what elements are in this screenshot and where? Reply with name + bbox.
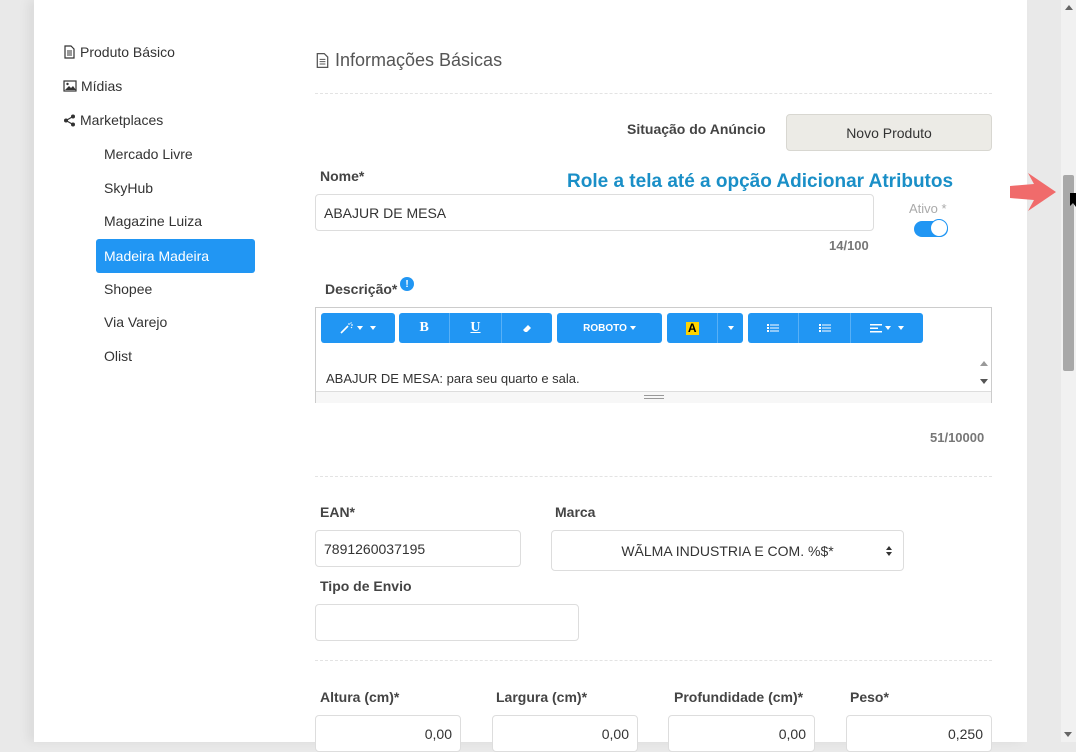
chevron-down-icon bbox=[884, 326, 891, 330]
nome-counter: 14/100 bbox=[829, 238, 869, 253]
select-arrows-icon bbox=[886, 546, 892, 556]
document-icon bbox=[64, 45, 75, 59]
marca-label: Marca bbox=[555, 504, 596, 520]
font-family-label: ROBOTO bbox=[583, 322, 627, 334]
image-icon bbox=[63, 80, 77, 92]
underline-button[interactable]: U bbox=[449, 313, 500, 343]
profundidade-label: Profundidade (cm)* bbox=[674, 689, 804, 705]
editor-resize-bar[interactable] bbox=[316, 391, 991, 403]
descricao-text[interactable]: ABAJUR DE MESA: para seu quarto e sala. bbox=[326, 371, 580, 386]
section-title: Informações Básicas bbox=[315, 50, 502, 71]
chevron-down-icon bbox=[897, 326, 904, 330]
font-family-dropdown[interactable]: ROBOTO bbox=[557, 313, 662, 343]
nome-input[interactable]: ABAJUR DE MESA bbox=[315, 194, 874, 231]
numbered-list-icon bbox=[818, 324, 831, 332]
divider bbox=[315, 93, 992, 94]
situacao-label: Situação do Anúncio bbox=[627, 121, 766, 137]
chevron-down-icon bbox=[370, 326, 376, 330]
align-left-icon bbox=[869, 323, 882, 332]
ordered-list-button[interactable] bbox=[798, 313, 849, 343]
largura-label: Largura (cm)* bbox=[496, 689, 588, 705]
clear-format-button[interactable] bbox=[500, 313, 552, 343]
altura-input[interactable]: 0,00 bbox=[315, 715, 461, 752]
page-scrollbar[interactable] bbox=[1061, 0, 1076, 742]
scroll-down-icon[interactable] bbox=[980, 379, 988, 384]
main-panel: Produto Básico Mídias Marketplaces Merca… bbox=[34, 0, 1027, 752]
toolbar-group-style bbox=[321, 313, 395, 343]
color-letter: A bbox=[685, 320, 699, 335]
peso-input[interactable]: 0,250 bbox=[846, 715, 992, 752]
largura-input[interactable]: 0,00 bbox=[492, 715, 638, 752]
tutorial-annotation: Role a tela até a opção Adicionar Atribu… bbox=[567, 171, 954, 192]
sidebar-item-label: Mídias bbox=[81, 78, 123, 94]
text-color-button[interactable]: A bbox=[667, 313, 717, 343]
tipo-envio-label: Tipo de Envio bbox=[320, 578, 412, 594]
editor-scrollbar[interactable] bbox=[978, 358, 990, 390]
tipo-envio-input[interactable] bbox=[315, 604, 579, 641]
scroll-down-icon[interactable] bbox=[1064, 732, 1072, 737]
mouse-cursor-icon bbox=[1070, 193, 1076, 207]
magic-style-button[interactable] bbox=[321, 313, 395, 343]
peso-label: Peso* bbox=[850, 689, 889, 705]
sidebar-item-marketplaces[interactable]: Marketplaces bbox=[63, 112, 163, 128]
sidebar-item-madeira-madeira[interactable]: Madeira Madeira bbox=[96, 239, 255, 273]
color-dropdown-button[interactable] bbox=[717, 313, 743, 343]
share-icon bbox=[64, 114, 75, 126]
toggle-knob bbox=[930, 219, 948, 237]
ean-input[interactable]: 7891260037195 bbox=[315, 530, 521, 567]
altura-label: Altura (cm)* bbox=[320, 689, 400, 705]
divider bbox=[315, 660, 992, 661]
toolbar-group-font-style: B U bbox=[399, 313, 552, 343]
sidebar-item-magazine-luiza[interactable]: Magazine Luiza bbox=[104, 213, 202, 229]
toolbar-group-paragraph bbox=[748, 313, 923, 343]
magic-wand-icon bbox=[340, 322, 353, 334]
eraser-icon bbox=[522, 325, 531, 332]
unordered-list-button[interactable] bbox=[748, 313, 798, 343]
chevron-down-icon bbox=[727, 326, 734, 330]
bullet-list-icon bbox=[767, 324, 780, 332]
ean-label: EAN* bbox=[320, 504, 356, 520]
ativo-label: Ativo * bbox=[909, 201, 947, 216]
sidebar-item-via-varejo[interactable]: Via Varejo bbox=[104, 314, 167, 330]
sidebar-item-label: Marketplaces bbox=[80, 112, 164, 128]
document-icon bbox=[316, 52, 329, 69]
descricao-label: Descrição* bbox=[325, 281, 398, 297]
situacao-value-box: Novo Produto bbox=[786, 114, 992, 151]
sidebar-item-mercado-livre[interactable]: Mercado Livre bbox=[104, 146, 193, 162]
sidebar-item-midias[interactable]: Mídias bbox=[63, 78, 122, 94]
profundidade-input[interactable]: 0,00 bbox=[668, 715, 815, 752]
paragraph-align-dropdown[interactable] bbox=[849, 313, 923, 343]
ativo-toggle[interactable] bbox=[914, 219, 948, 237]
sidebar-item-label: Produto Básico bbox=[80, 44, 175, 60]
nome-label: Nome* bbox=[320, 168, 365, 184]
bold-button[interactable]: B bbox=[399, 313, 449, 343]
scroll-up-icon[interactable] bbox=[1064, 5, 1073, 10]
chevron-down-icon bbox=[357, 326, 363, 330]
descricao-counter: 51/10000 bbox=[930, 430, 985, 445]
chevron-down-icon bbox=[629, 326, 636, 330]
toolbar-group-color: A bbox=[667, 313, 743, 343]
toolbar-group-font: ROBOTO bbox=[557, 313, 662, 343]
section-title-text: Informações Básicas bbox=[335, 50, 503, 70]
divider bbox=[315, 476, 992, 477]
sidebar-item-skyhub[interactable]: SkyHub bbox=[104, 180, 153, 196]
marca-selected-value: WÃLMA INDUSTRIA E COM. %$* bbox=[621, 542, 834, 559]
marca-select[interactable]: WÃLMA INDUSTRIA E COM. %$* bbox=[551, 530, 904, 571]
scroll-up-icon[interactable] bbox=[980, 361, 988, 366]
pointer-arrow-icon bbox=[1010, 173, 1056, 211]
sidebar-item-shopee[interactable]: Shopee bbox=[104, 281, 152, 297]
resize-grip-icon bbox=[643, 395, 664, 399]
info-icon[interactable]: ! bbox=[400, 277, 414, 291]
sidebar-item-produto-basico[interactable]: Produto Básico bbox=[63, 44, 175, 60]
sidebar-item-olist[interactable]: Olist bbox=[104, 348, 132, 364]
